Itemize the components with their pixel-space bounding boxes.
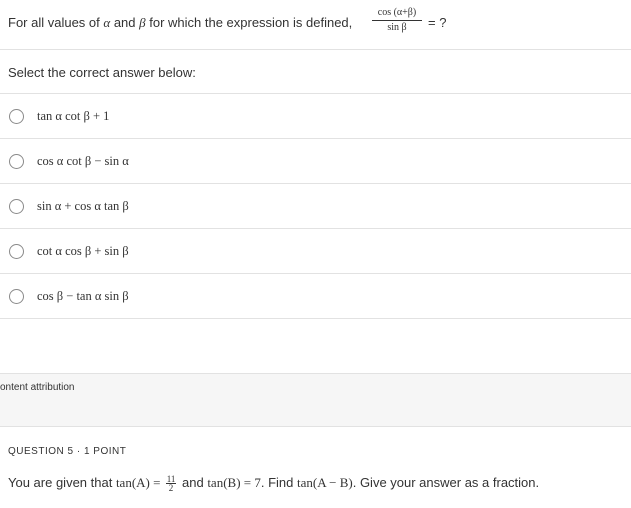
content-attribution-link[interactable]: ontent attribution — [0, 382, 75, 394]
q5-tanA: tan(A) — [115, 475, 150, 490]
prompt-text-1: For all values of — [8, 15, 104, 30]
q5-tanB: tan(B) — [207, 475, 241, 490]
prompt-text-2: and — [110, 15, 140, 30]
radio-button[interactable] — [9, 109, 24, 124]
question-header: For all values of α and β for which the … — [0, 0, 631, 50]
answer-option-4[interactable]: cot α cos β + sin β — [0, 229, 631, 274]
question-prompt: For all values of α and β for which the … — [8, 15, 352, 31]
equals-question: = ? — [428, 15, 447, 30]
q5-equals-7: = 7 — [240, 475, 261, 490]
option-label: sin α + cos α tan β — [37, 199, 129, 213]
fraction-numerator: cos (α+β) — [372, 7, 422, 21]
option-label: cos β − tan α sin β — [37, 289, 129, 303]
instruction-row: Select the correct answer below: — [0, 50, 631, 94]
q5-equals: = — [149, 475, 164, 490]
q5-tanAB: tan(A − B) — [297, 475, 353, 490]
q5-fraction-denominator: 2 — [168, 483, 174, 494]
radio-button[interactable] — [9, 199, 24, 214]
question-5-header: QUESTION 5 · 1 POINT — [8, 446, 127, 457]
answer-option-2[interactable]: cos α cot β − sin α — [0, 139, 631, 184]
content-attribution-bar: ontent attribution — [0, 373, 631, 427]
q5-text-and: and — [178, 475, 208, 490]
prompt-text-3: for which the expression is defined, — [145, 15, 353, 30]
q5-text-find: . Find — [260, 475, 297, 490]
fraction-denominator: sin β — [387, 22, 407, 33]
option-label: cos α cot β − sin α — [37, 154, 129, 168]
option-label: tan α cot β + 1 — [37, 109, 110, 123]
radio-button[interactable] — [9, 289, 24, 304]
answer-option-5[interactable]: cos β − tan α sin β — [0, 274, 631, 319]
answer-option-3[interactable]: sin α + cos α tan β — [0, 184, 631, 229]
radio-button[interactable] — [9, 244, 24, 259]
option-label: cot α cos β + sin β — [37, 244, 129, 258]
q5-text-end: . Give your answer as a fraction. — [352, 475, 540, 490]
radio-button[interactable] — [9, 154, 24, 169]
q5-text-prefix: You are given that — [8, 475, 116, 490]
instruction-text: Select the correct answer below: — [8, 65, 196, 80]
answer-option-1[interactable]: tan α cot β + 1 — [0, 94, 631, 139]
question-5-prompt: You are given that tan(A) = 11 2 and tan(… — [8, 475, 540, 494]
expression-fraction: cos (α+β) sin β — [372, 7, 422, 34]
q5-fraction: 11 2 — [165, 475, 177, 494]
